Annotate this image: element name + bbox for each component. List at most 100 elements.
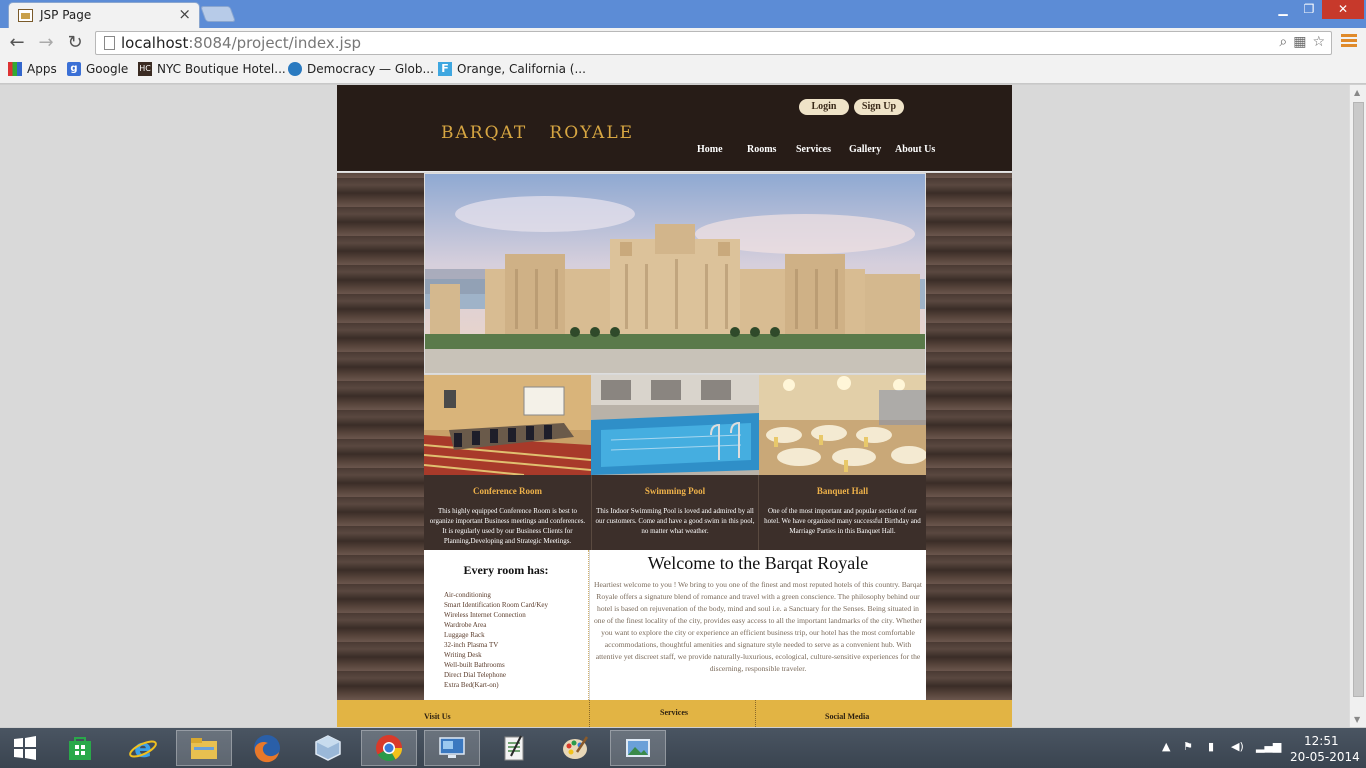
back-arrow-icon[interactable]: ← bbox=[6, 32, 28, 54]
minimize-button[interactable]: ▁ bbox=[1270, 0, 1296, 19]
power-icon[interactable]: ▮ bbox=[1208, 740, 1214, 753]
site-footer: Visit Us Services Social Media bbox=[337, 700, 1012, 727]
nav-about-us[interactable]: About Us bbox=[895, 144, 935, 155]
page-icon bbox=[104, 36, 115, 50]
footer-services[interactable]: Services bbox=[660, 708, 688, 717]
page-scrollbar[interactable]: ▲ ▼ bbox=[1349, 85, 1366, 727]
list-item: 32-inch Plasma TV bbox=[444, 641, 499, 649]
footer-column-social: Social Media bbox=[756, 700, 1012, 727]
banquet-hall-text: One of the most important and popular se… bbox=[764, 507, 921, 535]
swimming-pool-card: Swimming Pool This Indoor Swimming Pool … bbox=[591, 475, 759, 550]
banquet-hall-title[interactable]: Banquet Hall bbox=[759, 486, 926, 496]
site-logo[interactable]: BARQAT ROYALE bbox=[441, 123, 634, 143]
action-center-flag-icon[interactable]: ⚑ bbox=[1183, 740, 1193, 753]
file-explorer-icon[interactable] bbox=[176, 730, 232, 766]
bookmark-google[interactable]: g Google bbox=[67, 62, 128, 76]
wood-panel-left bbox=[337, 173, 424, 700]
swimming-pool-title[interactable]: Swimming Pool bbox=[592, 486, 758, 496]
tab-close-icon[interactable]: × bbox=[178, 6, 191, 22]
windows-taskbar: e ▲ ⚑ ▮ ◀) ▂▄▆ 12:51 20-05-2014 bbox=[0, 728, 1366, 768]
extension-icon[interactable]: ▦ bbox=[1293, 34, 1306, 50]
conference-room-text: This highly equipped Conference Room is … bbox=[429, 507, 586, 545]
welcome-title: Welcome to the Barqat Royale bbox=[647, 553, 869, 573]
nav-rooms[interactable]: Rooms bbox=[747, 144, 776, 155]
bookmark-nyc-boutique-hotel[interactable]: HC NYC Boutique Hotel... bbox=[138, 62, 286, 76]
footer-social-media[interactable]: Social Media bbox=[825, 712, 869, 721]
bookmark-star-icon[interactable]: ☆ bbox=[1312, 34, 1325, 50]
show-hidden-icons[interactable]: ▲ bbox=[1162, 740, 1170, 753]
reload-icon[interactable]: ↻ bbox=[64, 32, 86, 54]
swimming-pool-text: This Indoor Swimming Pool is loved and a… bbox=[595, 507, 755, 535]
browser-tab[interactable]: JSP Page × bbox=[8, 2, 200, 28]
footer-column-services: Services bbox=[590, 700, 756, 727]
welcome-text: Heartiest welcome to you ! We bring to y… bbox=[593, 580, 923, 673]
hotel-hero-image bbox=[424, 173, 926, 374]
swimming-pool-image bbox=[591, 375, 759, 475]
browser-toolbar: ← → ↻ localhost:8084/project/index.jsp ⌕… bbox=[0, 28, 1366, 58]
scroll-thumb[interactable] bbox=[1353, 102, 1364, 697]
conference-room-card: Conference Room This highly equipped Con… bbox=[424, 475, 591, 550]
browser-titlebar: JSP Page × ▁ ❐ ✕ bbox=[0, 0, 1366, 28]
room-amenities-title: Every room has: bbox=[463, 563, 549, 577]
tab-title: JSP Page bbox=[40, 8, 92, 22]
list-item: Writing Desk bbox=[444, 651, 482, 659]
scroll-up-arrow-icon[interactable]: ▲ bbox=[1354, 88, 1360, 97]
site-header: BARQAT ROYALE Login Sign Up Home Rooms S… bbox=[337, 85, 1012, 172]
address-bar[interactable]: localhost:8084/project/index.jsp ⌕ ▦ ☆ bbox=[95, 31, 1332, 55]
bookmark-democracy[interactable]: Democracy — Glob... bbox=[288, 62, 434, 76]
f-logo-icon: F bbox=[438, 62, 452, 76]
internet-explorer-icon[interactable]: e bbox=[115, 730, 171, 766]
url-text: localhost:8084/project/index.jsp bbox=[121, 34, 362, 52]
conference-room-title[interactable]: Conference Room bbox=[424, 486, 591, 496]
google-icon: g bbox=[67, 62, 81, 76]
page-viewport: BARQAT ROYALE Login Sign Up Home Rooms S… bbox=[0, 85, 1349, 727]
photos-icon[interactable] bbox=[610, 730, 666, 766]
store-icon[interactable] bbox=[52, 730, 108, 766]
list-item: Wardrobe Area bbox=[444, 621, 487, 629]
paint-icon[interactable] bbox=[548, 730, 604, 766]
welcome-panel: Welcome to the Barqat Royale Heartiest w… bbox=[590, 550, 926, 700]
list-item: Extra Bed(Kart-on) bbox=[444, 681, 499, 689]
chrome-menu-icon[interactable] bbox=[1341, 34, 1357, 50]
list-item: Well-built Bathrooms bbox=[444, 661, 505, 669]
nav-gallery[interactable]: Gallery bbox=[849, 144, 881, 155]
bookmark-apps[interactable]: Apps bbox=[8, 62, 57, 76]
firefox-icon[interactable] bbox=[239, 730, 295, 766]
virtualbox-icon[interactable] bbox=[300, 730, 356, 766]
svg-text:e: e bbox=[134, 734, 152, 763]
bookmarks-bar: Apps g Google HC NYC Boutique Hotel... Dem… bbox=[0, 58, 1366, 84]
banquet-hall-image bbox=[759, 375, 926, 475]
list-item: Wireless Internet Connection bbox=[444, 611, 526, 619]
scroll-down-arrow-icon[interactable]: ▼ bbox=[1354, 715, 1360, 724]
hotel-logo-icon: HC bbox=[138, 62, 152, 76]
clock-time[interactable]: 12:51 bbox=[1304, 734, 1339, 748]
notepad-icon[interactable] bbox=[486, 730, 542, 766]
login-button[interactable]: Login bbox=[799, 99, 849, 115]
room-amenities-list: Air-conditioning Smart Identification Ro… bbox=[444, 590, 548, 690]
remote-desktop-icon[interactable] bbox=[424, 730, 480, 766]
list-item: Smart Identification Room Card/Key bbox=[444, 601, 549, 609]
volume-icon[interactable]: ◀) bbox=[1231, 740, 1244, 753]
clock-date[interactable]: 20-05-2014 bbox=[1290, 750, 1360, 764]
zoom-icon[interactable]: ⌕ bbox=[1279, 34, 1287, 50]
network-signal-icon[interactable]: ▂▄▆ bbox=[1256, 740, 1281, 753]
nav-services[interactable]: Services bbox=[796, 144, 831, 155]
bookmark-orange-california[interactable]: F Orange, California (... bbox=[438, 62, 586, 76]
banquet-hall-card: Banquet Hall One of the most important a… bbox=[759, 475, 926, 550]
list-item: Direct Dial Telephone bbox=[444, 671, 506, 679]
list-item: Air-conditioning bbox=[444, 591, 491, 599]
globe-icon bbox=[288, 62, 302, 76]
nav-home[interactable]: Home bbox=[697, 144, 723, 155]
footer-visit-us[interactable]: Visit Us bbox=[424, 712, 451, 721]
signup-button[interactable]: Sign Up bbox=[854, 99, 904, 115]
windows-start-icon[interactable] bbox=[0, 730, 50, 766]
new-tab-button[interactable] bbox=[200, 6, 236, 22]
footer-column-visit: Visit Us bbox=[337, 700, 590, 727]
forward-arrow-icon[interactable]: → bbox=[35, 32, 57, 54]
close-window-button[interactable]: ✕ bbox=[1322, 0, 1364, 19]
hotel-favicon-icon bbox=[18, 9, 33, 22]
conference-room-image bbox=[424, 375, 591, 475]
apps-grid-icon bbox=[8, 62, 22, 76]
chrome-icon[interactable] bbox=[361, 730, 417, 766]
maximize-button[interactable]: ❐ bbox=[1296, 0, 1322, 19]
